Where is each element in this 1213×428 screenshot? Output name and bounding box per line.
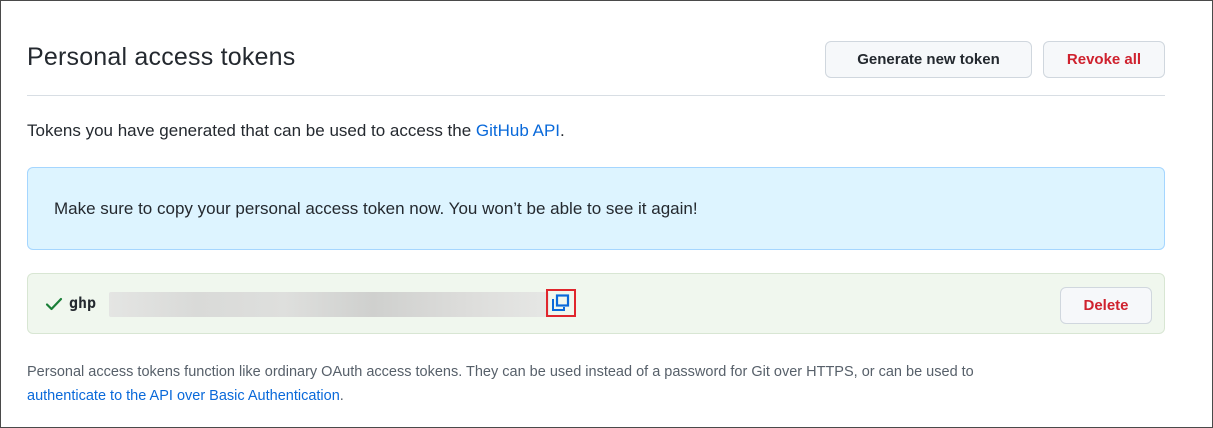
footnote-text: Personal access tokens function like ord…	[27, 364, 974, 380]
footnote-suffix: .	[339, 388, 344, 404]
page-title: Personal access tokens	[27, 43, 296, 71]
description-suffix: .	[560, 121, 565, 140]
token-value: ghp	[69, 294, 97, 312]
delete-token-button[interactable]: Delete	[1060, 287, 1152, 324]
revoke-all-button[interactable]: Revoke all	[1043, 41, 1165, 78]
github-api-link[interactable]: GitHub API	[476, 121, 560, 140]
check-icon	[45, 297, 63, 311]
token-redacted-value	[109, 292, 549, 317]
basic-auth-link[interactable]: authenticate to the API over Basic Authe…	[27, 388, 340, 404]
copy-icon	[552, 294, 570, 311]
generate-new-token-button[interactable]: Generate new token	[825, 41, 1032, 78]
page-header: Personal access tokens Generate new toke…	[27, 29, 1165, 96]
warning-message: Make sure to copy your personal access t…	[54, 198, 698, 218]
copy-token-warning: Make sure to copy your personal access t…	[27, 167, 1165, 250]
new-token-row: ghp Delete	[27, 273, 1165, 334]
copy-token-button[interactable]	[546, 289, 576, 317]
token-settings-panel: Personal access tokens Generate new toke…	[0, 0, 1213, 428]
description-text: Tokens you have generated that can be us…	[27, 121, 476, 140]
footnote: Personal access tokens function like ord…	[27, 360, 1177, 408]
tokens-description: Tokens you have generated that can be us…	[27, 121, 565, 141]
